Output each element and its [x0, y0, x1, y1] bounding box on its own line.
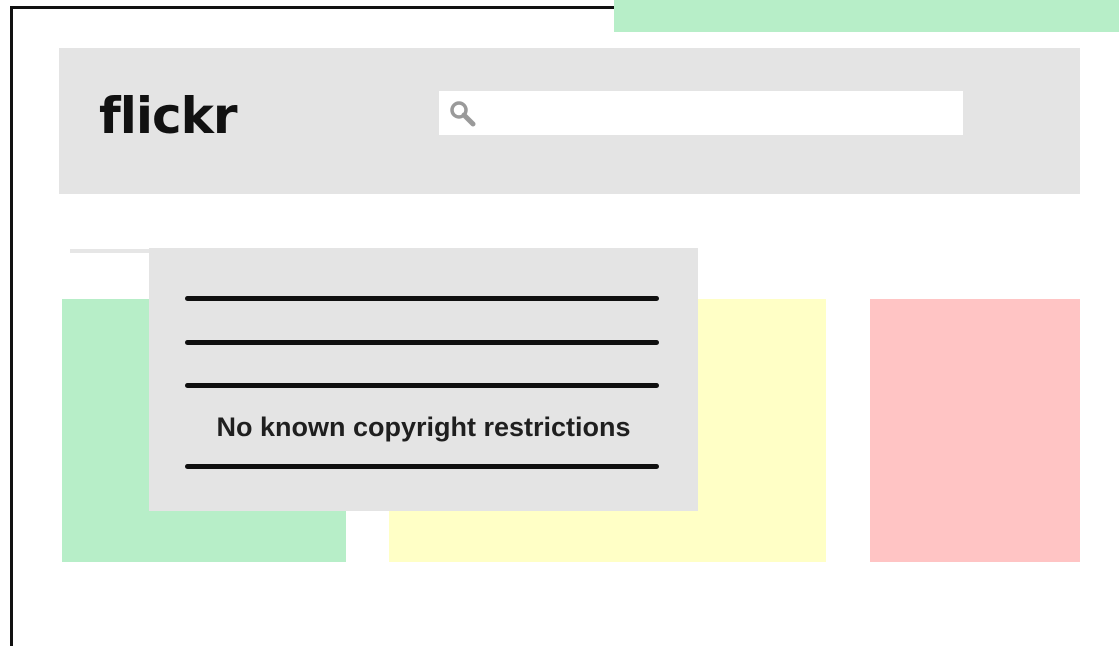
- license-option[interactable]: [185, 464, 659, 469]
- search-icon[interactable]: [447, 98, 477, 128]
- license-option[interactable]: [185, 383, 659, 388]
- search-bar[interactable]: [439, 91, 963, 137]
- top-banner: [614, 0, 1119, 32]
- flickr-logo[interactable]: flickr: [99, 84, 238, 148]
- search-input[interactable]: [483, 91, 957, 137]
- site-header: flickr: [59, 48, 1080, 194]
- license-option[interactable]: [185, 296, 659, 301]
- license-dropdown-menu: No known copyright restrictions: [149, 248, 698, 511]
- license-option[interactable]: [185, 340, 659, 345]
- photo-card[interactable]: [870, 299, 1080, 562]
- license-option-no-known-restrictions[interactable]: No known copyright restrictions: [149, 412, 698, 443]
